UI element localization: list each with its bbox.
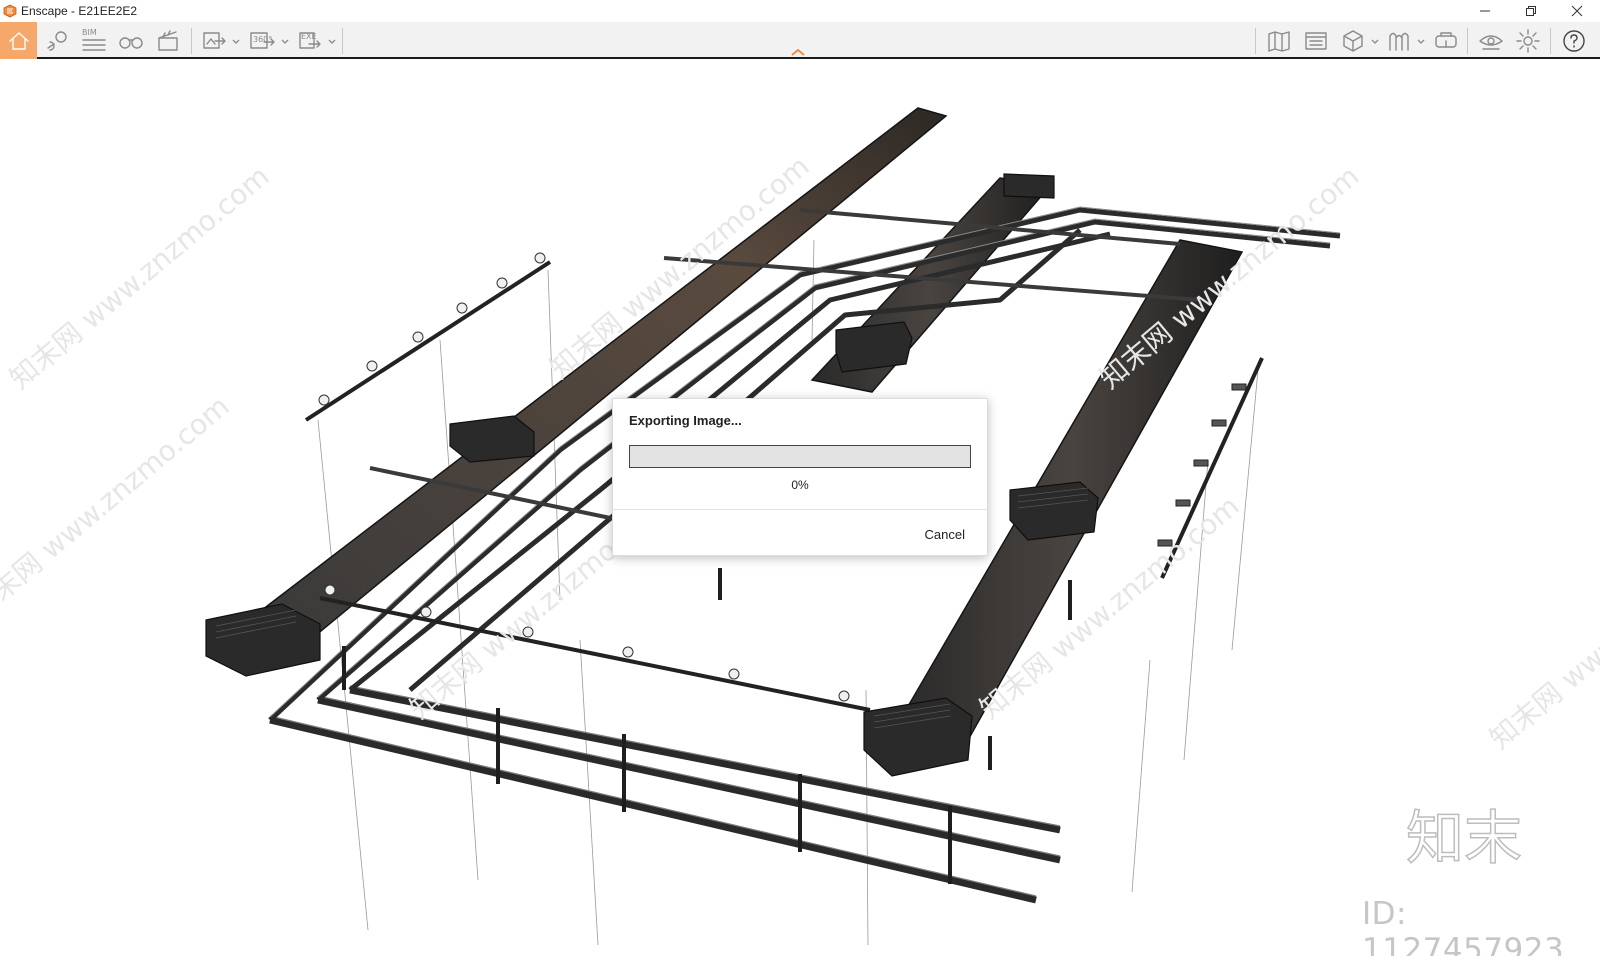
watermark-diagonal-text: 知末网 www.znzmo.com [3, 159, 275, 395]
binoculars-icon [119, 36, 143, 49]
exe-export-button[interactable]: EXE [295, 24, 325, 57]
atmosphere-icon [1389, 32, 1409, 51]
video-editor-button[interactable] [153, 24, 183, 57]
views-button[interactable] [116, 24, 146, 57]
screenshot-export-button[interactable] [199, 24, 229, 57]
cube-icon [1343, 29, 1363, 52]
home-button[interactable] [0, 22, 37, 59]
panorama-dropdown[interactable] [280, 34, 290, 46]
map-icon [1268, 30, 1290, 52]
screenshot-dropdown[interactable] [231, 34, 241, 46]
dialog-divider [613, 509, 987, 510]
toolbar-separator [1550, 28, 1551, 54]
eye-icon [1479, 34, 1503, 50]
material-dropdown[interactable] [1370, 34, 1380, 46]
watermark-diagonal-text: 知末网 www.znzmo.com [1483, 519, 1600, 755]
asset-library-button[interactable] [1301, 24, 1331, 57]
toolbar-separator [342, 28, 343, 54]
exe-dropdown[interactable] [327, 34, 337, 46]
restore-icon [1526, 6, 1536, 16]
toolbar-separator [191, 28, 192, 54]
toolbar-separator [1467, 28, 1468, 54]
watermark-diagonal-text: 知末网 www.znzmo.com [1093, 159, 1365, 395]
atmosphere-button[interactable] [1384, 24, 1414, 57]
close-icon [1571, 5, 1583, 17]
minimize-icon [1480, 10, 1490, 12]
toolbar-separator [1255, 28, 1256, 54]
minimize-button[interactable] [1462, 0, 1508, 22]
close-button[interactable] [1554, 0, 1600, 22]
window-controls [1462, 0, 1600, 22]
chevron-down-icon [328, 39, 336, 44]
enscape-logo-icon [3, 4, 17, 18]
cancel-button[interactable]: Cancel [925, 527, 965, 542]
progress-percent: 0% [791, 478, 809, 492]
help-button[interactable] [1558, 24, 1590, 57]
window-title: Enscape - E21EE2E2 [21, 4, 138, 18]
watermark-logo: 知末 [1406, 804, 1522, 872]
clapperboard-icon [158, 29, 178, 51]
chevron-down-icon [1371, 39, 1379, 44]
gear-icon [1516, 28, 1540, 53]
bim-label: BIM [82, 28, 97, 37]
settings-button[interactable] [1513, 24, 1543, 57]
export-progress-dialog: Exporting Image... 0% Cancel [612, 398, 988, 556]
map-button[interactable] [1264, 24, 1294, 57]
title-bar: Enscape - E21EE2E2 [0, 0, 1600, 22]
image-export-icon [203, 31, 226, 49]
export-progress-bar [629, 445, 971, 468]
watermark-diagonal-text: 知末网 www.znzmo.com [0, 389, 236, 625]
restore-button[interactable] [1508, 0, 1554, 22]
material-editor-button[interactable] [1338, 24, 1368, 57]
chevron-up-icon [791, 48, 805, 56]
asset-library-icon [1305, 31, 1327, 50]
chevron-down-icon [1417, 39, 1425, 44]
exe-label: EXE [301, 32, 317, 41]
enscape-window: Enscape - E21EE2E2 BIM 360° EXE 知末网 www.… [0, 0, 1600, 956]
visual-settings-button[interactable] [1476, 24, 1506, 57]
dialog-title: Exporting Image... [629, 413, 742, 428]
bim-button[interactable]: BIM [79, 24, 109, 57]
panorama-icon: 360° [250, 31, 275, 49]
panorama-export-button[interactable]: 360° [246, 24, 278, 57]
main-toolbar: BIM 360° EXE [0, 22, 1600, 59]
location-button[interactable] [42, 24, 72, 57]
chevron-down-icon [281, 39, 289, 44]
home-icon [8, 31, 29, 50]
bim-icon: BIM [82, 28, 106, 51]
collapse-toolbar-button[interactable] [790, 44, 806, 56]
atmosphere-dropdown[interactable] [1416, 34, 1426, 46]
light-track-left [304, 252, 552, 422]
exe-export-icon: EXE [299, 32, 321, 49]
vr-headset-icon [1435, 31, 1457, 48]
watermark-id: ID: 1127457923 [1362, 896, 1565, 956]
vr-headset-button[interactable] [1431, 24, 1461, 57]
location-pin-icon [47, 30, 67, 51]
chevron-down-icon [232, 39, 240, 44]
help-icon [1563, 29, 1585, 52]
